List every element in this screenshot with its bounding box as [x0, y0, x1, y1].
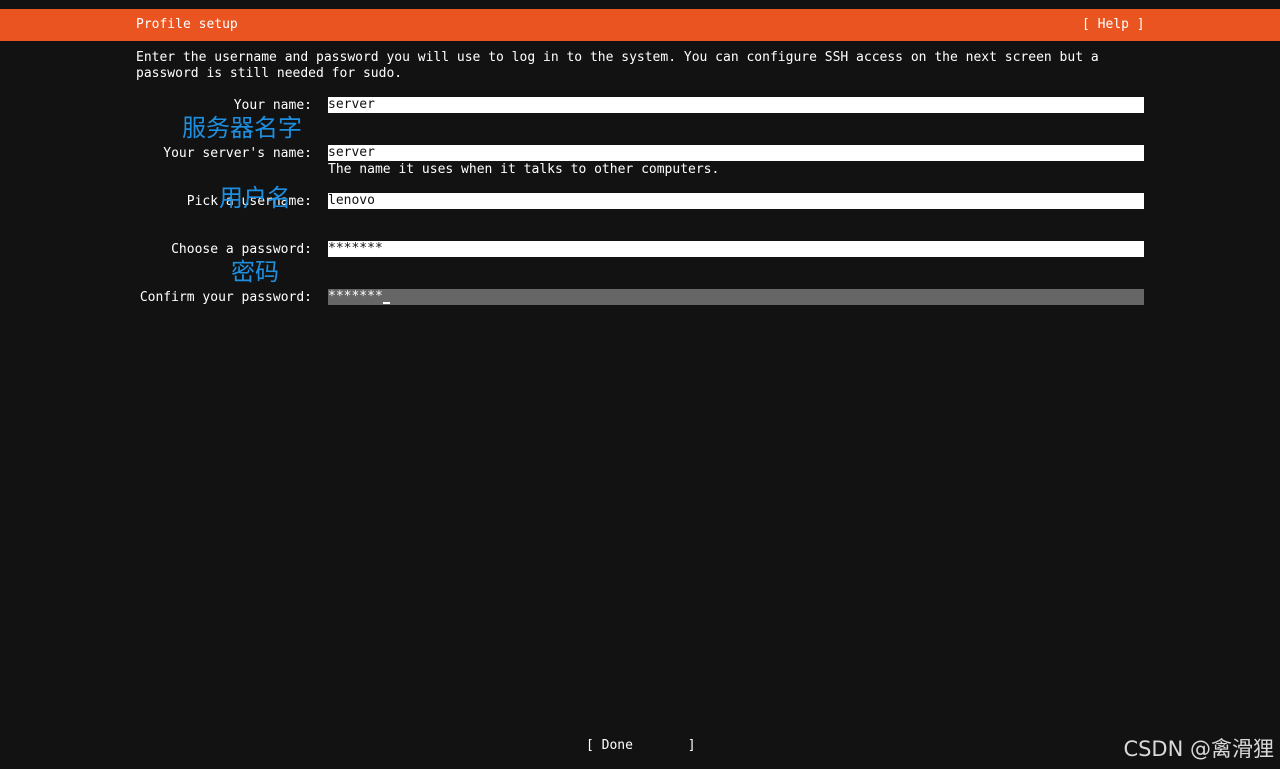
annotation-password: 密码	[231, 258, 279, 286]
done-button[interactable]: [ Done ]	[586, 738, 696, 754]
confirm-password-input[interactable]: *******	[328, 289, 1144, 305]
confirm-password-label: Confirm your password:	[139, 290, 312, 305]
page-title: Profile setup	[136, 17, 238, 32]
username-value: lenovo	[328, 193, 375, 208]
server-name-help: The name it uses when it talks to other …	[328, 162, 720, 177]
help-button[interactable]: [ Help ]	[1082, 17, 1145, 33]
username-label: Pick a username:	[186, 194, 312, 209]
annotation-server-name: 服务器名字	[182, 114, 302, 142]
watermark: CSDN @禽滑狸	[1123, 737, 1274, 761]
your-name-input[interactable]: server	[328, 97, 1144, 113]
password-input[interactable]: *******	[328, 241, 1144, 257]
server-name-value: server	[328, 145, 375, 160]
server-name-label: Your server's name:	[163, 146, 312, 161]
your-name-label: Your name:	[233, 98, 312, 113]
username-input[interactable]: lenovo	[328, 193, 1144, 209]
confirm-password-value: *******	[328, 289, 383, 304]
text-cursor	[382, 289, 390, 304]
server-name-input[interactable]: server	[328, 145, 1144, 161]
your-name-value: server	[328, 97, 375, 112]
password-label: Choose a password:	[171, 242, 312, 257]
intro-text: Enter the username and password you will…	[136, 50, 1099, 81]
password-value: *******	[328, 241, 383, 256]
